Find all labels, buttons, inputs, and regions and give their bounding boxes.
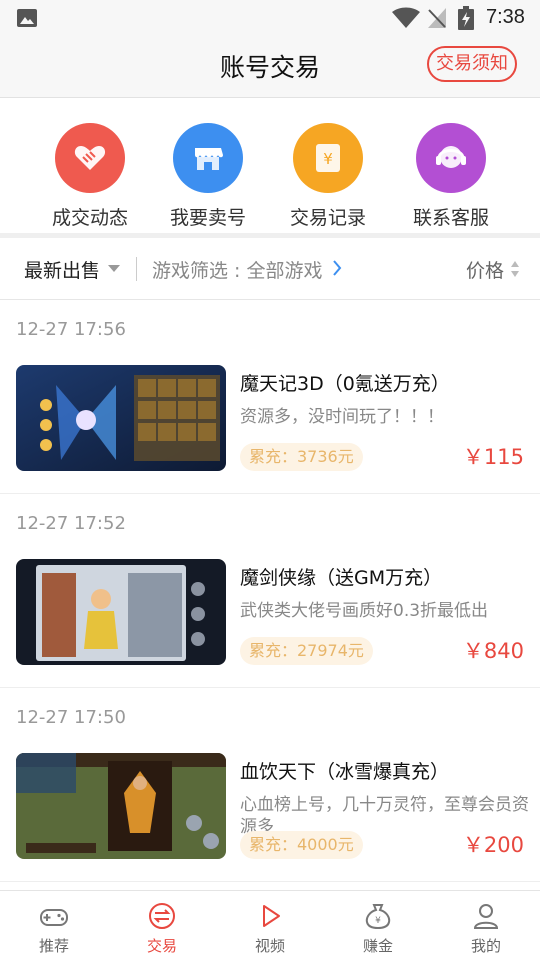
filter-separator: [136, 257, 137, 281]
quick-action-deals[interactable]: 成交动态: [30, 123, 150, 230]
quick-action-label: 我要卖号: [169, 207, 246, 229]
price-sort[interactable]: 价格: [466, 256, 504, 283]
quick-action-label: 成交动态: [51, 207, 128, 229]
quick-actions: 成交动态 我要卖号 ¥ 交易记录 联系客服: [0, 99, 540, 233]
bottom-tab-bar: 推荐 交易 视频 ¥ 赚金 我的: [0, 890, 540, 960]
tab-label: 我的: [470, 937, 501, 955]
tab-label: 交易: [146, 937, 177, 955]
quick-action-sell[interactable]: 我要卖号: [148, 123, 268, 230]
tab-earn[interactable]: ¥ 赚金: [324, 891, 432, 960]
listing-description: 资源多，没时间玩了！！！: [240, 407, 444, 427]
listing-title: 血饮天下（冰雪爆真充）: [240, 761, 450, 783]
quick-action-label: 联系客服: [412, 207, 489, 229]
status-bar: 7:38: [0, 0, 540, 36]
app-header: 账号交易 交易须知: [0, 36, 540, 98]
quick-action-label: 交易记录: [289, 207, 366, 229]
listing-price: ￥115: [462, 445, 524, 469]
trade-notice-button[interactable]: 交易须知: [427, 46, 517, 82]
total-charge-badge: 累充：4000元: [240, 831, 363, 859]
tab-video[interactable]: 视频: [216, 891, 324, 960]
yen-record-icon: ¥: [293, 123, 363, 193]
chevron-right-icon: [333, 260, 342, 276]
handshake-icon: [55, 123, 125, 193]
svg-text:¥: ¥: [323, 150, 333, 168]
sort-arrows-icon: [511, 261, 519, 277]
quick-action-support[interactable]: 联系客服: [391, 123, 511, 230]
wifi-icon: [392, 7, 420, 28]
tab-me[interactable]: 我的: [432, 891, 540, 960]
battery-charging-icon: [458, 6, 474, 30]
listing-item[interactable]: 12-27 17:50 血饮天下（冰雪爆真充） 心血榜上号，几十万灵符，至尊会员…: [0, 688, 540, 882]
listing-item[interactable]: 12-27 17:56 魔天记3D（0氪送万充） 资源多，没时间玩了！！！ 累充…: [0, 300, 540, 494]
listing-time: 12-27 17:50: [16, 707, 126, 728]
tab-label: 赚金: [362, 937, 393, 955]
game-filter[interactable]: 游戏筛选 : 全部游戏: [152, 256, 322, 283]
listing-description: 武侠类大佬号画质好0.3折最低出: [240, 601, 489, 621]
listing-time: 12-27 17:52: [16, 513, 126, 534]
image-notification-icon: [17, 9, 37, 27]
game-screenshot-thumbnail[interactable]: [16, 753, 226, 859]
total-charge-badge: 累充：27974元: [240, 637, 373, 665]
filter-bar: 最新出售 游戏筛选 : 全部游戏 价格: [0, 238, 540, 300]
play-icon: [263, 905, 280, 927]
caret-down-icon: [108, 265, 120, 272]
gamepad-icon: [40, 909, 68, 926]
total-charge-badge: 累充：3736元: [240, 443, 363, 471]
money-bag-icon: ¥: [365, 904, 391, 930]
game-screenshot-thumbnail[interactable]: [16, 559, 226, 665]
listing-price: ￥840: [462, 639, 524, 663]
exchange-icon: [149, 903, 175, 929]
no-signal-icon: [428, 8, 446, 28]
tab-label: 推荐: [38, 937, 69, 955]
game-screenshot-thumbnail[interactable]: [16, 365, 226, 471]
listing-price: ￥200: [462, 833, 524, 857]
listing-title: 魔剑侠缘（送GM万充）: [240, 567, 443, 589]
profile-icon: [473, 904, 499, 929]
svg-text:¥: ¥: [375, 916, 381, 926]
tab-trade[interactable]: 交易: [108, 891, 216, 960]
tab-label: 视频: [254, 937, 285, 955]
tab-recommend[interactable]: 推荐: [0, 891, 108, 960]
clock: 7:38: [486, 6, 525, 28]
listing-title: 魔天记3D（0氪送万充）: [240, 373, 450, 395]
listing-time: 12-27 17:56: [16, 319, 126, 340]
sort-latest-dropdown[interactable]: 最新出售: [24, 256, 100, 283]
shop-icon: [173, 123, 243, 193]
customer-service-icon: [416, 123, 486, 193]
listing-item[interactable]: 12-27 17:52 魔剑侠缘（送GM万充） 武侠类大佬号画质好0.3折最低出…: [0, 494, 540, 688]
quick-action-records[interactable]: ¥ 交易记录: [268, 123, 388, 230]
